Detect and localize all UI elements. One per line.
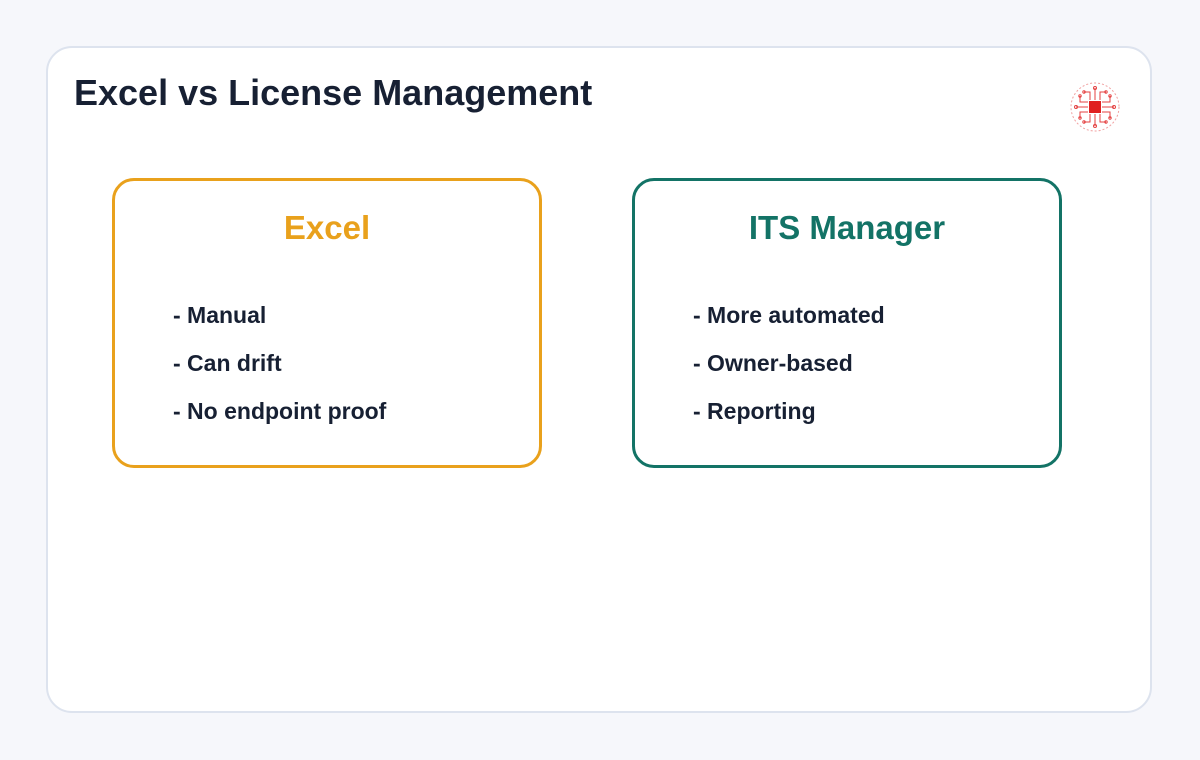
excel-bullet-list: - Manual - Can drift - No endpoint proof bbox=[173, 291, 386, 435]
list-item: - No endpoint proof bbox=[173, 398, 387, 424]
slide-title: Excel vs License Management bbox=[74, 72, 593, 113]
its-manager-panel: ITS Manager - More automated - Owner-bas… bbox=[632, 178, 1062, 468]
list-item: - More automated bbox=[693, 302, 885, 328]
its-manager-panel-title: ITS Manager bbox=[748, 209, 946, 246]
slide-card: Excel vs License Management Excel - Manu… bbox=[46, 46, 1152, 713]
list-item: - Can drift bbox=[173, 350, 282, 376]
list-item: - Manual bbox=[173, 302, 267, 328]
list-item: - Reporting bbox=[693, 398, 816, 424]
excel-panel-title: Excel bbox=[283, 209, 371, 246]
its-manager-bullet-list: - More automated - Owner-based - Reporti… bbox=[693, 291, 885, 435]
list-item: - Owner-based bbox=[693, 350, 853, 376]
excel-panel: Excel - Manual - Can drift - No endpoint… bbox=[112, 178, 542, 468]
circuit-chip-icon bbox=[1070, 82, 1120, 132]
